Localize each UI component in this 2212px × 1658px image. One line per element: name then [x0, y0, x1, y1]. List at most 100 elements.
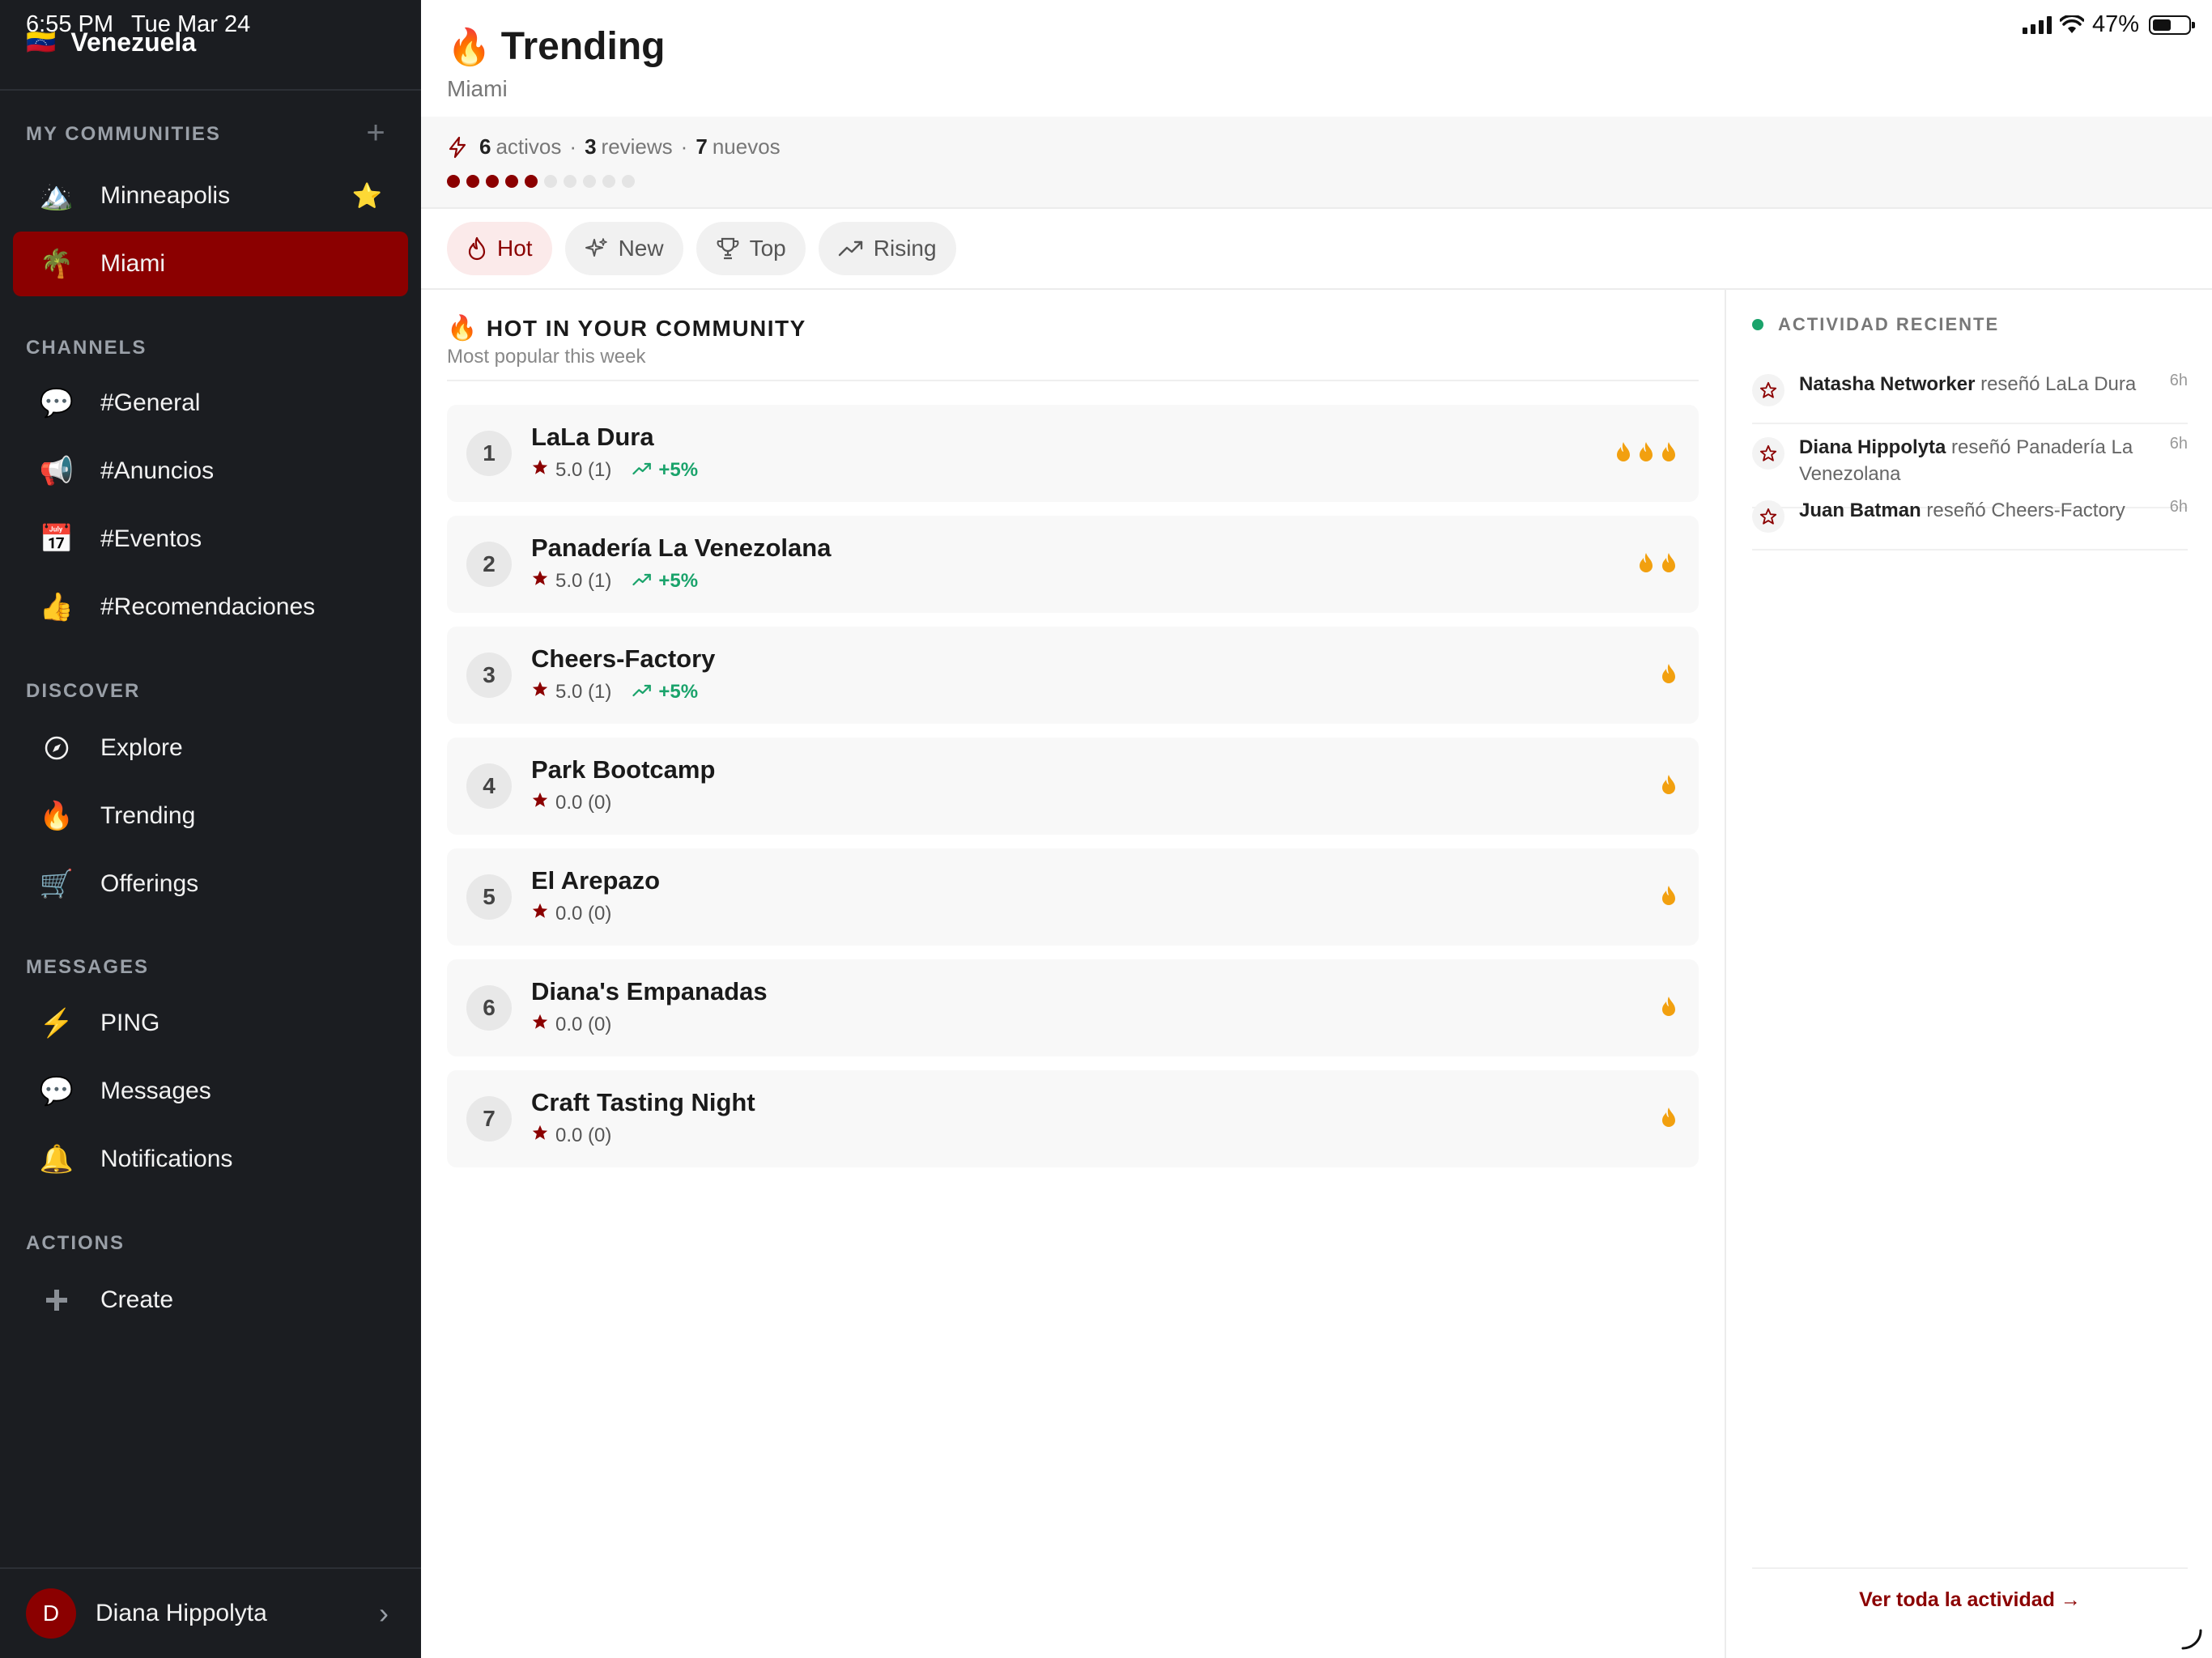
- ranking-card[interactable]: 5 El Arepazo 0.0 (0): [447, 848, 1699, 946]
- rating-value: 0.0 (0): [555, 1124, 612, 1146]
- discover-item-trending[interactable]: 🔥 Trending: [13, 784, 408, 848]
- cellular-signal-icon: [2022, 15, 2052, 34]
- activity-user: Diana Hippolyta: [1799, 436, 1946, 458]
- ranking-card[interactable]: 3 Cheers-Factory 5.0 (1) +5%: [447, 627, 1699, 724]
- reviews-label: reviews: [601, 134, 673, 159]
- star-icon: [531, 680, 549, 704]
- activity-dot: [622, 175, 635, 188]
- tab-new[interactable]: New: [564, 222, 683, 275]
- star-outline-icon: [1752, 500, 1784, 533]
- community-item-miami[interactable]: 🌴 Miami: [13, 232, 408, 296]
- community-item-minneapolis[interactable]: 🏔️ Minneapolis ⭐: [13, 164, 408, 228]
- user-profile-row[interactable]: D Diana Hippolyta ›: [0, 1567, 421, 1658]
- bell-icon: 🔔: [39, 1144, 74, 1175]
- page-title-text: Trending: [500, 25, 666, 68]
- feed-subtitle: Most popular this week: [447, 346, 646, 368]
- activity-dot: [466, 175, 479, 188]
- fire-icon: 🔥: [447, 315, 479, 342]
- trend-value: +5%: [658, 458, 699, 481]
- new-count: 7: [696, 134, 708, 159]
- rating-value: 0.0 (0): [555, 791, 612, 814]
- action-label: Create: [100, 1286, 174, 1313]
- battery-icon: [2149, 15, 2195, 35]
- messages-label: PING: [100, 1010, 160, 1036]
- rating-row: 5.0 (1) +5%: [531, 458, 698, 482]
- tab-rising[interactable]: Rising: [818, 222, 956, 275]
- trend-badge: +5%: [632, 681, 698, 704]
- stats-bar: 6 activos · 3 reviews · 7 nuevos: [421, 117, 2212, 209]
- tab-top[interactable]: Top: [696, 222, 806, 275]
- place-name: Panadería La Venezolana: [531, 534, 832, 562]
- trend-badge: +5%: [632, 570, 698, 593]
- status-bar-right: 47%: [2022, 11, 2195, 38]
- flame-icon: [1637, 551, 1655, 578]
- rank-number: 7: [466, 1096, 512, 1141]
- ranking-card[interactable]: 4 Park Bootcamp 0.0 (0): [447, 738, 1699, 835]
- activity-dot: [486, 175, 499, 188]
- activity-item[interactable]: Juan Batman reseñó Cheers-Factory 6h: [1752, 497, 2188, 551]
- trending-up-icon: [632, 459, 658, 482]
- ranking-card[interactable]: 6 Diana's Empanadas 0.0 (0): [447, 959, 1699, 1056]
- star-icon: [531, 458, 549, 482]
- activity-time: 6h: [2169, 498, 2188, 516]
- rank-number: 6: [466, 985, 512, 1031]
- community-label: Miami: [100, 250, 165, 277]
- tab-label: Hot: [497, 236, 533, 261]
- discover-label: Offerings: [100, 870, 199, 897]
- channel-item-general[interactable]: 💬 #General: [13, 371, 408, 436]
- tab-label: New: [618, 236, 664, 261]
- ranking-card[interactable]: 1 LaLa Dura 5.0 (1) +5%: [447, 405, 1699, 502]
- channel-item-eventos[interactable]: 📅 #Eventos: [13, 507, 408, 572]
- place-name: LaLa Dura: [531, 423, 654, 451]
- channel-item-anuncios[interactable]: 📢 #Anuncios: [13, 439, 408, 504]
- tab-label: Rising: [873, 236, 937, 261]
- action-item-create[interactable]: Create: [13, 1268, 408, 1333]
- ranking-card[interactable]: 2 Panadería La Venezolana 5.0 (1) +5%: [447, 516, 1699, 613]
- flame-icon: [468, 236, 486, 261]
- feed-divider: [447, 380, 1699, 381]
- flame-icon: [1660, 1106, 1678, 1133]
- sidebar: 6:55 PM Tue Mar 24 🇻🇪 Venezuela MY COMMUN…: [0, 0, 421, 1658]
- flame-icon: [1660, 884, 1678, 911]
- ranking-card[interactable]: 7 Craft Tasting Night 0.0 (0): [447, 1070, 1699, 1167]
- messages-item-notifications[interactable]: 🔔 Notifications: [13, 1127, 408, 1192]
- lightning-icon: [449, 136, 466, 158]
- messages-item-messages[interactable]: 💬 Messages: [13, 1059, 408, 1124]
- place-name: Cheers-Factory: [531, 644, 716, 673]
- workspace-switcher[interactable]: 🇻🇪 Venezuela: [26, 28, 196, 57]
- channel-label: #Eventos: [100, 525, 202, 552]
- favorite-star-icon[interactable]: ⭐: [352, 182, 382, 210]
- activity-item[interactable]: Natasha Networker reseñó LaLa Dura 6h: [1752, 371, 2188, 424]
- activity-dot: [583, 175, 596, 188]
- star-icon: [531, 1013, 549, 1036]
- star-icon: [531, 902, 549, 925]
- flame-icon: [1637, 440, 1655, 467]
- rank-number: 2: [466, 542, 512, 587]
- messages-label: Messages: [100, 1078, 211, 1104]
- activity-dot: [505, 175, 518, 188]
- section-label-channels: CHANNELS: [26, 337, 147, 359]
- feed-title: 🔥 HOT IN YOUR COMMUNITY: [447, 314, 1699, 342]
- trophy-icon: [717, 237, 739, 260]
- channel-item-recomendaciones[interactable]: 👍 #Recomendaciones: [13, 575, 408, 640]
- section-label-messages: MESSAGES: [26, 956, 150, 978]
- channel-label: #General: [100, 389, 201, 416]
- messages-item-ping[interactable]: ⚡ PING: [13, 991, 408, 1056]
- flame-icon: [1660, 773, 1678, 800]
- rating-value: 5.0 (1): [555, 569, 612, 592]
- trend-value: +5%: [658, 569, 699, 592]
- channel-label: #Recomendaciones: [100, 593, 316, 620]
- section-label-discover: DISCOVER: [26, 680, 141, 702]
- tab-hot[interactable]: Hot: [447, 222, 552, 275]
- trending-up-icon: [632, 570, 658, 593]
- venezuela-flag-icon: 🇻🇪: [26, 29, 57, 56]
- heat-level: [1660, 1106, 1678, 1133]
- discover-item-offerings[interactable]: 🛒 Offerings: [13, 852, 408, 916]
- user-name: Diana Hippolyta: [96, 1600, 267, 1626]
- discover-item-explore[interactable]: Explore: [13, 716, 408, 780]
- scroll-corner-icon: [2181, 1629, 2202, 1650]
- plus-icon: [40, 1288, 73, 1312]
- add-community-icon[interactable]: +: [361, 117, 390, 149]
- view-all-activity-link[interactable]: Ver toda la actividad →: [1726, 1588, 2212, 1612]
- stats-separator: ·: [569, 134, 577, 159]
